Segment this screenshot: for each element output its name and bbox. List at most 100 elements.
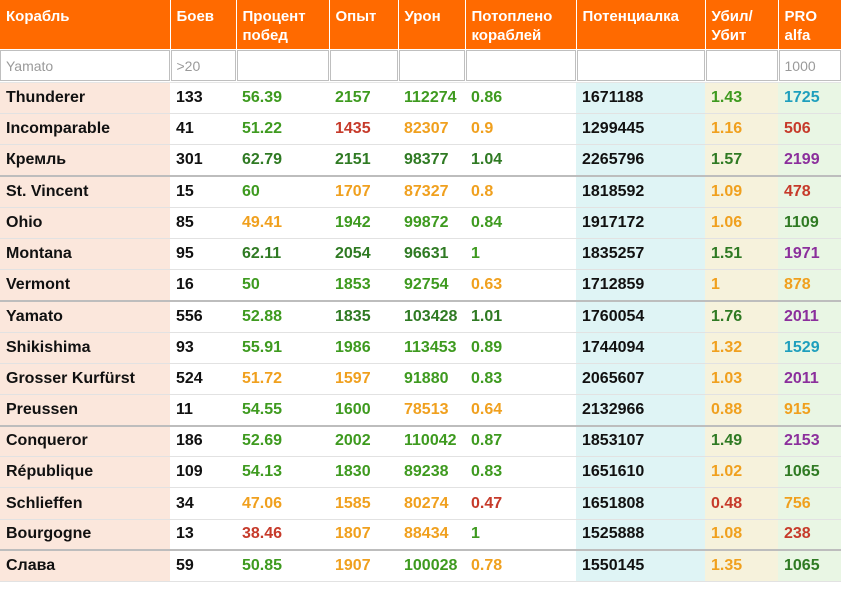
col-header-battles[interactable]: Боев bbox=[170, 0, 237, 49]
cell-kd: 1.57 bbox=[705, 144, 778, 177]
cell-pro-alfa: 2153 bbox=[778, 424, 841, 458]
col-header-winrate[interactable]: Процент побед bbox=[236, 0, 330, 49]
cell-ship-name: Vermont bbox=[0, 269, 170, 302]
table-row: Vermont 16 50 1853 92754 0.63 1712859 1 878 bbox=[0, 269, 841, 302]
cell-battles: 11 bbox=[170, 394, 236, 427]
table-row: Thunderer 133 56.39 2157 112274 0.86 1671188 1.… bbox=[0, 82, 841, 115]
table-row: Montana 95 62.11 2054 96631 1 1835257 1.51 1971 bbox=[0, 238, 841, 271]
cell-potential: 1525888 bbox=[576, 519, 705, 551]
cell-exp: 1986 bbox=[329, 332, 398, 364]
cell-ship-name: Слава bbox=[0, 549, 170, 583]
filter-kd-input[interactable] bbox=[705, 50, 778, 81]
cell-ship-name: République bbox=[0, 456, 170, 489]
cell-kd: 0.48 bbox=[705, 487, 778, 520]
cell-battles: 15 bbox=[170, 175, 236, 208]
cell-winrate: 52.88 bbox=[236, 299, 329, 333]
cell-pro-alfa: 238 bbox=[778, 519, 841, 551]
cell-potential: 2065607 bbox=[576, 363, 705, 395]
cell-exp: 1597 bbox=[329, 363, 398, 395]
cell-pro-alfa: 2199 bbox=[778, 144, 841, 177]
cell-exp: 1830 bbox=[329, 456, 398, 489]
cell-kills: 0.83 bbox=[465, 363, 576, 395]
cell-winrate: 52.69 bbox=[236, 424, 329, 458]
cell-ship-name: Bourgogne bbox=[0, 519, 170, 551]
cell-winrate: 56.39 bbox=[236, 82, 329, 115]
table-row: Слава 59 50.85 1907 100028 0.78 1550145 1.35 106… bbox=[0, 549, 841, 583]
table-row: Incomparable 41 51.22 1435 82307 0.9 1299445 1.… bbox=[0, 113, 841, 146]
cell-damage: 80274 bbox=[398, 487, 465, 520]
filter-battles-input[interactable] bbox=[170, 50, 236, 81]
cell-pro-alfa: 1971 bbox=[778, 238, 841, 271]
cell-kills: 0.8 bbox=[465, 175, 576, 208]
cell-ship-name: Thunderer bbox=[0, 82, 170, 115]
cell-pro-alfa: 2011 bbox=[778, 363, 841, 395]
filter-exp-input[interactable] bbox=[329, 50, 398, 81]
cell-kd: 1.06 bbox=[705, 207, 778, 239]
cell-winrate: 62.79 bbox=[236, 144, 329, 177]
cell-ship-name: Ohio bbox=[0, 207, 170, 239]
cell-kd: 1.51 bbox=[705, 238, 778, 271]
cell-kd: 1 bbox=[705, 269, 778, 302]
col-header-ship[interactable]: Корабль bbox=[0, 0, 171, 49]
col-header-exp[interactable]: Опыт bbox=[329, 0, 399, 49]
filter-pro-alfa-input[interactable] bbox=[778, 50, 841, 81]
cell-exp: 2054 bbox=[329, 238, 398, 271]
cell-kills: 0.83 bbox=[465, 456, 576, 489]
col-header-potential[interactable]: Потенциалка bbox=[576, 0, 706, 49]
col-header-pro-alfa[interactable]: PRO alfa bbox=[778, 0, 841, 49]
cell-pro-alfa: 478 bbox=[778, 175, 841, 208]
cell-potential: 2265796 bbox=[576, 144, 705, 177]
cell-kills: 1 bbox=[465, 238, 576, 271]
cell-potential: 1760054 bbox=[576, 299, 705, 333]
col-header-kd[interactable]: Убил/ Убит bbox=[705, 0, 779, 49]
cell-kd: 1.09 bbox=[705, 175, 778, 208]
table-row: Preussen 11 54.55 1600 78513 0.64 2132966 0.88 9… bbox=[0, 394, 841, 427]
cell-pro-alfa: 1529 bbox=[778, 332, 841, 364]
cell-kills: 0.78 bbox=[465, 549, 576, 583]
cell-battles: 109 bbox=[170, 456, 236, 489]
cell-battles: 41 bbox=[170, 113, 236, 146]
cell-pro-alfa: 506 bbox=[778, 113, 841, 146]
cell-battles: 556 bbox=[170, 299, 236, 333]
cell-damage: 88434 bbox=[398, 519, 465, 551]
cell-damage: 92754 bbox=[398, 269, 465, 302]
cell-kills: 0.47 bbox=[465, 487, 576, 520]
cell-kills: 0.86 bbox=[465, 82, 576, 115]
cell-kills: 0.89 bbox=[465, 332, 576, 364]
cell-pro-alfa: 1065 bbox=[778, 456, 841, 489]
filter-ship-input[interactable] bbox=[0, 50, 170, 81]
cell-winrate: 50 bbox=[236, 269, 329, 302]
cell-exp: 1853 bbox=[329, 269, 398, 302]
cell-exp: 1835 bbox=[329, 299, 398, 333]
cell-winrate: 60 bbox=[236, 175, 329, 208]
filter-winrate-input[interactable] bbox=[236, 50, 329, 81]
cell-pro-alfa: 878 bbox=[778, 269, 841, 302]
cell-battles: 95 bbox=[170, 238, 236, 271]
cell-exp: 2151 bbox=[329, 144, 398, 177]
filter-damage-input[interactable] bbox=[398, 50, 465, 81]
col-header-damage[interactable]: Урон bbox=[398, 0, 466, 49]
filter-potential-input[interactable] bbox=[576, 50, 705, 81]
col-header-kills[interactable]: Потоплено кораблей bbox=[465, 0, 577, 49]
table-row: Grosser Kurfürst 524 51.72 1597 91880 0.83 206… bbox=[0, 363, 841, 395]
cell-kd: 1.35 bbox=[705, 549, 778, 583]
cell-winrate: 54.55 bbox=[236, 394, 329, 427]
cell-potential: 1299445 bbox=[576, 113, 705, 146]
table-row: Ohio 85 49.41 1942 99872 0.84 1917172 1.06 1109 bbox=[0, 207, 841, 239]
cell-kd: 1.76 bbox=[705, 299, 778, 333]
cell-potential: 1917172 bbox=[576, 207, 705, 239]
cell-exp: 1807 bbox=[329, 519, 398, 551]
cell-damage: 96631 bbox=[398, 238, 465, 271]
cell-pro-alfa: 1725 bbox=[778, 82, 841, 115]
cell-ship-name: Shikishima bbox=[0, 332, 170, 364]
cell-kills: 0.63 bbox=[465, 269, 576, 302]
cell-exp: 1435 bbox=[329, 113, 398, 146]
cell-ship-name: Кремль bbox=[0, 144, 170, 177]
cell-pro-alfa: 2011 bbox=[778, 299, 841, 333]
cell-potential: 1550145 bbox=[576, 549, 705, 583]
cell-battles: 133 bbox=[170, 82, 236, 115]
cell-kills: 0.9 bbox=[465, 113, 576, 146]
cell-damage: 87327 bbox=[398, 175, 465, 208]
filter-kills-input[interactable] bbox=[465, 50, 576, 81]
cell-kills: 0.64 bbox=[465, 394, 576, 427]
